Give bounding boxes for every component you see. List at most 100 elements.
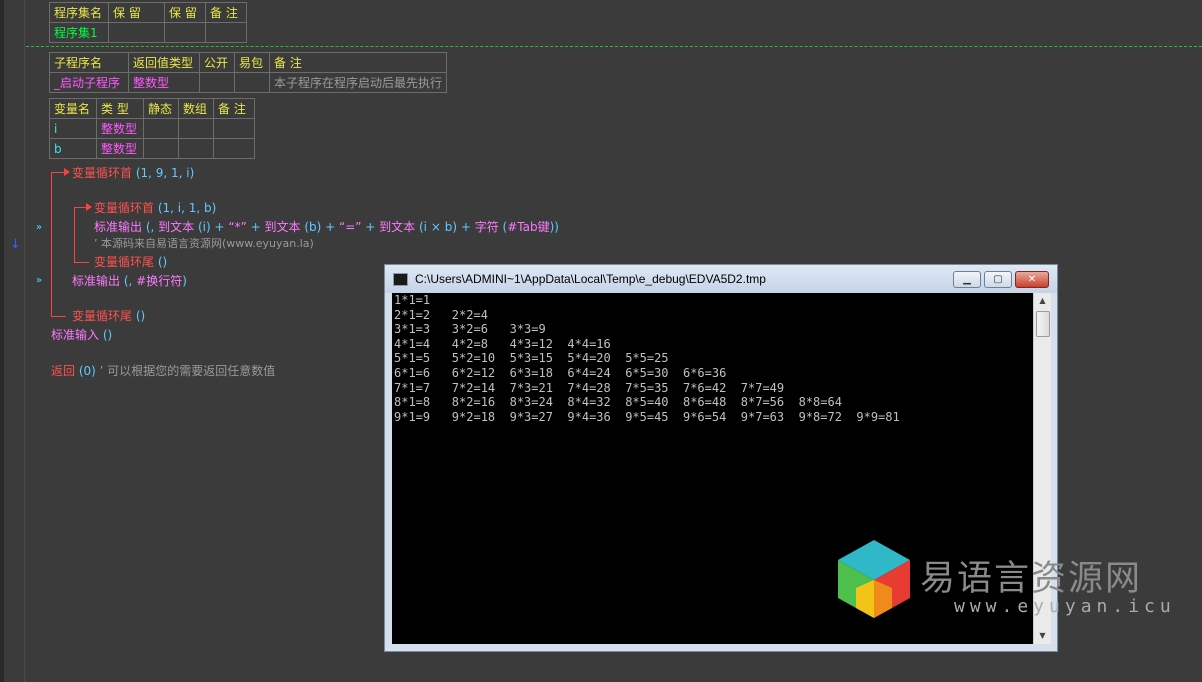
breakpoint-marker-icon[interactable]: »	[36, 275, 42, 286]
table-cell[interactable]	[213, 138, 255, 159]
code-line[interactable]: 变量循环首 (1, 9, 1, i)	[72, 166, 194, 180]
code-args: (1, 9, 1, i)	[132, 166, 195, 180]
code-args: (1, i, 1, b)	[154, 201, 217, 215]
console-app-icon	[393, 273, 408, 286]
assembly-table: 程序集名 保 留 保 留 备 注 程序集1	[49, 2, 247, 43]
code-args: (i × b) +	[415, 220, 475, 234]
code-line[interactable]: 标准输出 (, 到文本 (i) + “*” + 到文本 (b) + “=” + …	[94, 220, 559, 234]
table-cell[interactable]	[213, 118, 255, 139]
current-line-arrow-icon: ↓	[10, 237, 21, 252]
remark-cell[interactable]: 本子程序在程序启动后最先执行	[268, 72, 448, 93]
col-header: 备 注	[213, 98, 255, 119]
console-titlebar[interactable]: C:\Users\ADMINI~1\AppData\Local\Temp\e_d…	[385, 265, 1057, 293]
col-header: 公开	[199, 52, 235, 73]
string-literal: “*”	[228, 220, 247, 234]
breakpoint-marker-icon[interactable]: »	[36, 222, 42, 233]
code-args: +	[246, 220, 265, 234]
console-title: C:\Users\ADMINI~1\AppData\Local\Temp\e_d…	[415, 272, 766, 286]
function-name: 标准输出	[94, 220, 143, 234]
return-type-cell[interactable]: 整数型	[128, 72, 200, 93]
outer-loop-top	[51, 172, 65, 173]
inner-loop-line	[74, 207, 89, 263]
keyword: 变量循环尾	[72, 309, 133, 323]
col-header: 备 注	[268, 52, 448, 73]
code-args: (b) +	[300, 220, 339, 234]
keyword: 变量循环首	[94, 201, 155, 215]
variable-table: 变量名 类 型 静态 数组 备 注 i 整数型 b 整数型	[49, 98, 255, 159]
code-line[interactable]: 变量循环尾 ()	[72, 309, 145, 323]
col-header: 数组	[178, 98, 214, 119]
scroll-down-icon[interactable]: ▼	[1034, 628, 1051, 644]
code-args: ()	[154, 255, 168, 269]
function-name: 到文本	[264, 220, 301, 234]
function-name: 到文本	[379, 220, 416, 234]
table-cell[interactable]	[108, 22, 165, 43]
left-gutter	[0, 0, 4, 682]
code-line[interactable]: 变量循环尾 ()	[94, 255, 167, 269]
scroll-up-icon[interactable]: ▲	[1034, 293, 1051, 309]
close-button[interactable]: ✕	[1015, 271, 1049, 288]
watermark-name: 易语言资源网	[920, 559, 1143, 599]
constant: #Tab键	[507, 220, 550, 234]
table-cell[interactable]	[143, 118, 179, 139]
col-header: 保 留	[108, 2, 165, 23]
col-header: 变量名	[49, 98, 97, 119]
table-cell[interactable]	[234, 72, 270, 93]
table-cell[interactable]	[164, 22, 206, 43]
outer-loop-line	[51, 172, 66, 242]
code-line[interactable]: 标准输出 (, #换行符)	[72, 274, 187, 288]
code-line[interactable]: 标准输入 ()	[51, 328, 112, 342]
code-args: (,	[120, 274, 137, 288]
code-line[interactable]: 返回 (0) ’ 可以根据您的需要返回任意数值	[51, 364, 275, 378]
col-header: 程序集名	[49, 2, 109, 23]
function-name: 标准输出	[72, 274, 121, 288]
var-type-cell[interactable]: 整数型	[96, 138, 144, 159]
keyword: 变量循环首	[72, 166, 133, 180]
watermark-logo-icon	[838, 540, 910, 618]
code-line[interactable]: 变量循环首 (1, i, 1, b)	[94, 201, 216, 215]
gutter-divider	[24, 0, 25, 682]
table-cell[interactable]	[199, 72, 235, 93]
minimize-button[interactable]: ▁	[953, 271, 981, 288]
col-header: 静态	[143, 98, 179, 119]
function-name: 字符	[474, 220, 499, 234]
col-header: 备 注	[205, 2, 247, 23]
col-header: 类 型	[96, 98, 144, 119]
table-cell[interactable]	[205, 22, 247, 43]
table-cell[interactable]	[178, 118, 214, 139]
var-type-cell[interactable]: 整数型	[96, 118, 144, 139]
var-name-cell[interactable]: b	[49, 138, 97, 159]
col-header: 子程序名	[49, 52, 129, 73]
constant: #换行符	[136, 274, 183, 288]
var-name-cell[interactable]: i	[49, 118, 97, 139]
watermark-url: www.eyuyan.icu	[954, 596, 1176, 617]
assembly-name-cell[interactable]: 程序集1	[49, 22, 109, 43]
code-args: )	[182, 274, 187, 288]
outer-loop-arrow-icon	[64, 168, 70, 176]
col-header: 返回值类型	[128, 52, 200, 73]
col-header: 易包	[234, 52, 270, 73]
table-cell[interactable]	[143, 138, 179, 159]
watermark: 易语言资源网 www.eyuyan.icu	[838, 540, 1178, 630]
code-args: ()	[99, 328, 113, 342]
col-header: 保 留	[164, 2, 206, 23]
code-args: (0)	[75, 364, 96, 378]
keyword: 返回	[51, 364, 76, 378]
code-args: ))	[549, 220, 559, 234]
code-comment: ’ 可以根据您的需要返回任意数值	[95, 364, 276, 378]
code-comment[interactable]: ’ 本源码来自易语言资源网(www.eyuyan.la)	[94, 237, 314, 251]
subroutine-table: 子程序名 返回值类型 公开 易包 备 注 _启动子程序 整数型 本子程序在程序启…	[49, 52, 448, 93]
maximize-button[interactable]: ▢	[984, 271, 1012, 288]
assembly-separator	[26, 46, 1202, 47]
console-output: 1*1=1 2*1=2 2*2=4 3*1=3 3*2=6 3*3=9 4*1=…	[394, 293, 900, 424]
code-args: +	[361, 220, 380, 234]
code-args: (,	[142, 220, 159, 234]
scroll-thumb[interactable]	[1036, 311, 1050, 337]
code-args: (i) +	[194, 220, 229, 234]
function-name: 到文本	[158, 220, 195, 234]
outer-loop-bottom	[51, 240, 66, 317]
keyword: 变量循环尾	[94, 255, 155, 269]
subroutine-name-cell[interactable]: _启动子程序	[49, 72, 129, 93]
table-cell[interactable]	[178, 138, 214, 159]
code-args: ()	[132, 309, 146, 323]
